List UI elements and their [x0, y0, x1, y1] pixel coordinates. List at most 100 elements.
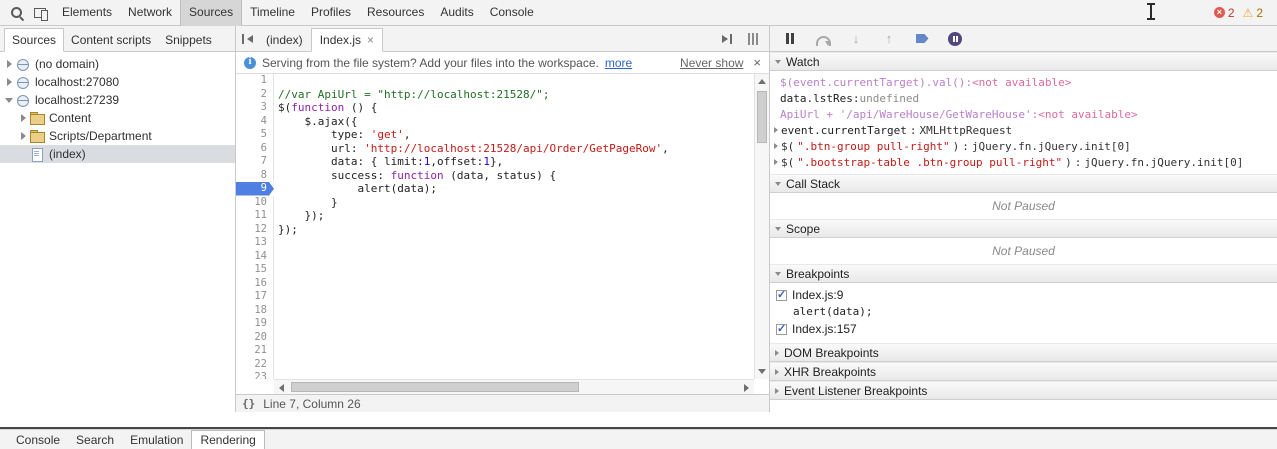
xhr-breakpoints-section-header[interactable]: XHR Breakpoints — [770, 362, 1277, 381]
line-number[interactable]: 17 — [236, 290, 274, 304]
step-out-button[interactable]: ↑ — [881, 31, 897, 47]
scope-section-header[interactable]: Scope — [770, 219, 1277, 238]
line-number[interactable]: 21 — [236, 344, 274, 358]
event-listener-breakpoints-section-header[interactable]: Event Listener Breakpoints — [770, 381, 1277, 400]
line-number[interactable]: 10 — [236, 196, 274, 210]
line-number[interactable]: 19 — [236, 317, 274, 331]
editor-tab-index[interactable]: (index) — [258, 29, 311, 51]
step-over-button[interactable] — [815, 31, 831, 47]
pause-on-exceptions-button[interactable] — [947, 31, 963, 47]
editor-horizontal-scrollbar[interactable] — [274, 379, 754, 394]
panel-tab-timeline[interactable]: Timeline — [242, 0, 303, 26]
line-number[interactable]: 12 — [236, 223, 274, 237]
line-number[interactable]: 14 — [236, 250, 274, 264]
panel-tab-elements[interactable]: Elements — [54, 0, 120, 26]
infobar-more-link[interactable]: more — [605, 56, 632, 70]
breakpoint-checkbox[interactable] — [776, 324, 787, 335]
watch-expression[interactable]: event.currentTarget: XMLHttpRequest — [770, 122, 1277, 138]
dom-breakpoints-section-header[interactable]: DOM Breakpoints — [770, 343, 1277, 362]
error-badge[interactable]: × 2 — [1214, 6, 1235, 20]
drawer-tab-search[interactable]: Search — [68, 431, 122, 449]
tree-item-content[interactable]: Content — [0, 109, 235, 127]
panel-expand-button[interactable] — [717, 30, 737, 48]
disclosure-arrow-icon[interactable] — [774, 159, 778, 165]
infobar-close-icon[interactable]: × — [753, 57, 761, 69]
pause-button[interactable] — [782, 31, 798, 47]
line-number[interactable]: 5 — [236, 128, 274, 142]
line-number[interactable]: 13 — [236, 236, 274, 250]
disclosure-arrow-icon[interactable] — [18, 132, 28, 140]
line-number[interactable]: 1 — [236, 74, 274, 88]
tab-overflow-button[interactable] — [743, 30, 763, 48]
drawer-tab-rendering[interactable]: Rendering — [191, 430, 264, 449]
watch-expression[interactable]: $(".btn-group pull-right"): jQuery.fn.jQ… — [770, 138, 1277, 154]
line-number[interactable]: 8 — [236, 169, 274, 183]
breakpoint-entry[interactable]: Index.js:9 — [770, 286, 1277, 304]
line-number[interactable]: 16 — [236, 277, 274, 291]
deactivate-breakpoints-button[interactable] — [914, 31, 930, 47]
panel-tab-resources[interactable]: Resources — [359, 0, 432, 26]
disclosure-arrow-icon[interactable] — [18, 114, 28, 122]
watch-section-header[interactable]: Watch — [770, 52, 1277, 71]
scroll-right-arrow-icon[interactable] — [739, 380, 754, 394]
panel-tab-console[interactable]: Console — [482, 0, 542, 26]
drawer-tab-console[interactable]: Console — [8, 431, 68, 449]
hide-navigator-button[interactable] — [238, 30, 258, 48]
line-number[interactable]: 18 — [236, 304, 274, 318]
scroll-left-arrow-icon[interactable] — [274, 380, 289, 394]
breakpoint-line-number[interactable]: 9 — [236, 182, 274, 196]
step-into-button[interactable]: ↓ — [848, 31, 864, 47]
line-number[interactable]: 7 — [236, 155, 274, 169]
watch-expression[interactable]: $(event.currentTarget).val(): <not avail… — [770, 74, 1277, 90]
watch-expression[interactable]: $(".bootstrap-table .btn-group pull-righ… — [770, 154, 1277, 170]
tree-item-index[interactable]: (index) — [0, 145, 235, 163]
call-stack-section-header[interactable]: Call Stack — [770, 174, 1277, 193]
breakpoints-section-header[interactable]: Breakpoints — [770, 264, 1277, 283]
panel-tab-profiles[interactable]: Profiles — [303, 0, 359, 26]
device-mode-button[interactable] — [30, 3, 52, 23]
disclosure-arrow-icon[interactable] — [4, 78, 14, 86]
line-number[interactable]: 11 — [236, 209, 274, 223]
horizontal-scroll-thumb[interactable] — [291, 382, 579, 392]
tree-item-no-domain[interactable]: (no domain) — [0, 55, 235, 73]
vertical-scroll-thumb[interactable] — [757, 91, 767, 143]
warning-badge[interactable]: ⚠ 2 — [1243, 6, 1263, 20]
line-number[interactable]: 4 — [236, 115, 274, 129]
inspect-element-button[interactable] — [6, 3, 28, 23]
line-number[interactable]: 2 — [236, 88, 274, 102]
panel-tab-sources[interactable]: Sources — [180, 0, 242, 26]
tree-item-scripts-department[interactable]: Scripts/Department — [0, 127, 235, 145]
navigator-tab-sources[interactable]: Sources — [4, 28, 64, 52]
navigator-tab-snippets[interactable]: Snippets — [158, 29, 219, 51]
line-number[interactable]: 22 — [236, 358, 274, 372]
close-tab-icon[interactable]: × — [367, 35, 374, 45]
watch-expression[interactable]: ApiUrl + '/api/WareHouse/GetWareHouse': … — [770, 106, 1277, 122]
code-editor[interactable]: 12//var ApiUrl = "http://localhost:21528… — [236, 74, 769, 394]
line-number[interactable]: 23 — [236, 371, 274, 379]
breakpoint-checkbox[interactable] — [776, 290, 787, 301]
breakpoint-entry[interactable]: Index.js:157 — [770, 320, 1277, 338]
drawer-tab-emulation[interactable]: Emulation — [122, 431, 191, 449]
scroll-up-arrow-icon[interactable] — [754, 74, 769, 89]
editor-vertical-scrollbar[interactable] — [754, 74, 769, 379]
never-show-link[interactable]: Never show — [680, 56, 743, 70]
watch-expression[interactable]: data.lstRes: undefined — [770, 90, 1277, 106]
breakpoint-snippet[interactable]: alert(data); — [770, 304, 1277, 320]
editor-tab-index-js[interactable]: Index.js× — [311, 28, 383, 52]
disclosure-arrow-icon[interactable] — [4, 98, 14, 103]
pretty-print-button[interactable]: {} — [242, 397, 255, 410]
disclosure-arrow-icon[interactable] — [774, 143, 778, 149]
panel-tab-audits[interactable]: Audits — [432, 0, 481, 26]
panel-tab-network[interactable]: Network — [120, 0, 180, 26]
disclosure-arrow-icon[interactable] — [4, 60, 14, 68]
disclosure-arrow-icon[interactable] — [774, 127, 778, 133]
tree-item-localhost-27080[interactable]: localhost:27080 — [0, 73, 235, 91]
line-number[interactable]: 6 — [236, 142, 274, 156]
line-number[interactable]: 20 — [236, 331, 274, 345]
tree-item-localhost-27239[interactable]: localhost:27239 — [0, 91, 235, 109]
scroll-down-arrow-icon[interactable] — [754, 364, 769, 379]
navigator-tab-content-scripts[interactable]: Content scripts — [64, 29, 158, 51]
drawer-tab-bar: ConsoleSearchEmulationRendering — [0, 429, 1277, 449]
line-number[interactable]: 3 — [236, 101, 274, 115]
line-number[interactable]: 15 — [236, 263, 274, 277]
